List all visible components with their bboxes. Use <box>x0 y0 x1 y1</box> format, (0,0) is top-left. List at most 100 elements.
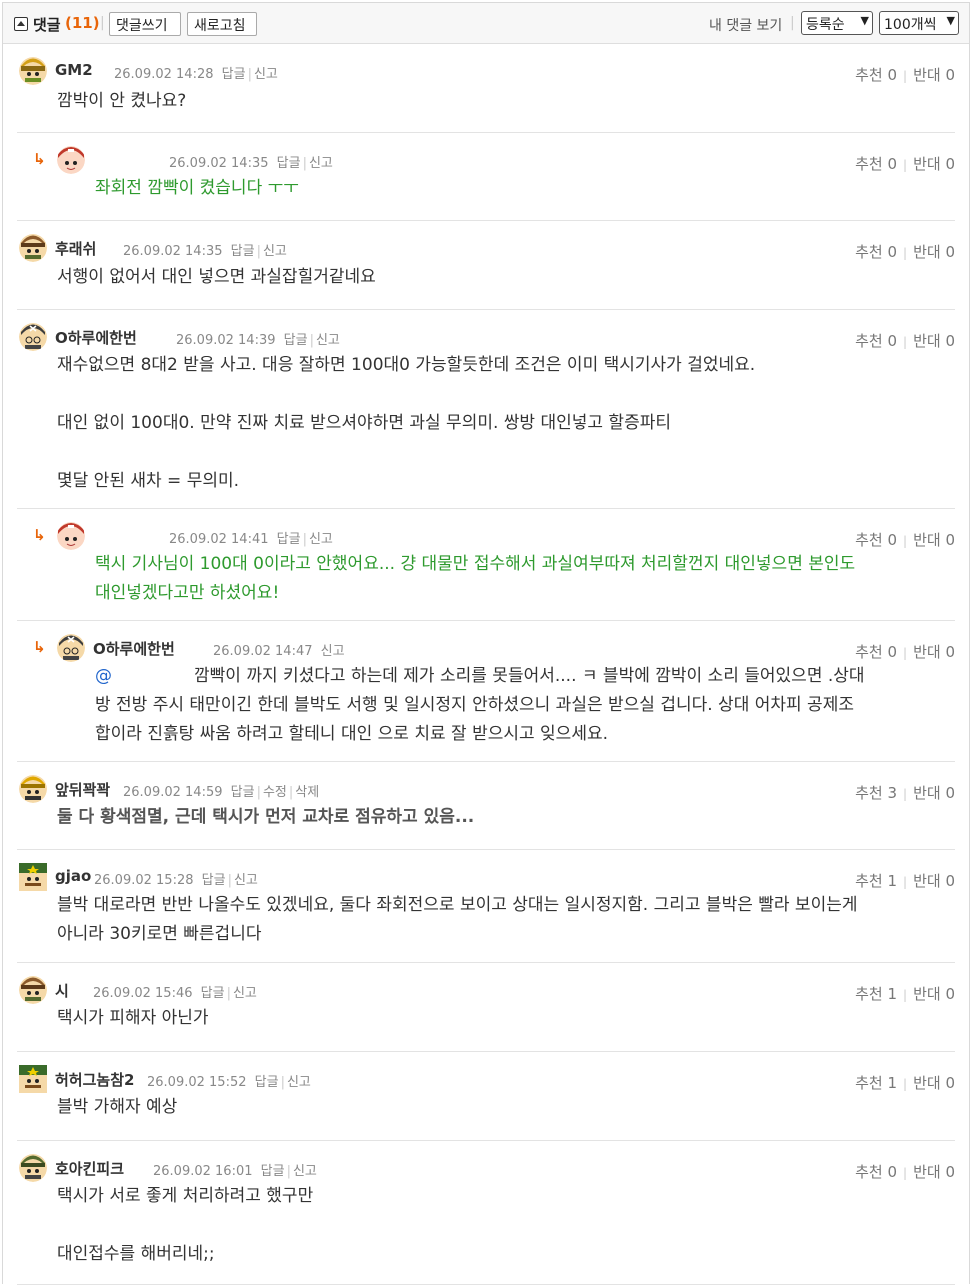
avatar-icon <box>19 1154 47 1182</box>
comment-date: 26.09.02 14:59 <box>123 785 223 800</box>
refresh-button[interactable]: 새로고침 <box>187 12 257 36</box>
upvote-count: 0 <box>887 243 898 261</box>
write-comment-button[interactable]: 댓글쓰기 <box>109 12 181 36</box>
report-link[interactable]: 신고 <box>316 333 340 348</box>
vote-box: 추천 1 | 반대 0 <box>855 1074 955 1092</box>
delete-link[interactable]: 삭제 <box>295 785 319 800</box>
comment-author[interactable]: O하루에한번 <box>93 638 175 659</box>
comment-meta: 26.09.02 14:35 답글 | 신고 <box>169 156 333 171</box>
upvote-button[interactable]: 추천 3 <box>855 784 897 802</box>
reply-link[interactable]: 답글 <box>284 333 308 348</box>
avatar-icon <box>19 234 47 262</box>
report-link[interactable]: 신고 <box>254 67 278 82</box>
vote-box: 추천 0 | 반대 0 <box>855 1163 955 1181</box>
reply-link[interactable]: 답글 <box>277 532 301 547</box>
upvote-button[interactable]: 추천 0 <box>855 531 897 549</box>
collapse-toggle-icon[interactable] <box>14 17 28 31</box>
comment-author[interactable]: O하루에한번 <box>55 327 137 348</box>
upvote-button[interactable]: 추천 0 <box>855 643 897 661</box>
mention-link[interactable]: @ <box>95 666 112 686</box>
comment-author[interactable]: 시 <box>55 980 69 1001</box>
comment-text: 택시가 피해자 아닌가 <box>57 1008 209 1028</box>
vote-box: 추천 0 | 반대 0 <box>855 643 955 661</box>
comment-meta: 26.09.02 14:28 답글 | 신고 <box>114 67 278 82</box>
divider: | <box>790 15 795 31</box>
report-link[interactable]: 신고 <box>309 532 333 547</box>
comment-author[interactable]: 허허그놈참2 <box>55 1069 134 1090</box>
downvote-count: 0 <box>945 243 955 261</box>
upvote-count: 0 <box>887 531 898 549</box>
upvote-button[interactable]: 추천 1 <box>855 872 897 890</box>
upvote-button[interactable]: 추천 1 <box>855 985 897 1003</box>
vote-box: 추천 1 | 반대 0 <box>855 872 955 890</box>
comment-author[interactable]: GM2 <box>55 61 93 79</box>
comment-line: 합이라 진흙탕 싸움 하려고 할테니 대인 으로 치료 잘 받으시고 잊으세요. <box>95 724 609 744</box>
vote-box: 추천 0 | 반대 0 <box>855 155 955 173</box>
comment-section: 댓글 (11) | 댓글쓰기 새로고침 내 댓글 보기 | 등록순 ▼ 100개… <box>2 2 970 1285</box>
reply-link[interactable]: 답글 <box>202 873 226 888</box>
downvote-count: 0 <box>945 643 955 661</box>
sort-order-select[interactable]: 등록순 ▼ <box>801 11 873 35</box>
reply-item: ↳ O하루에한번 26.09.02 14:47 신고 추천 0 | 반대 0 @ 깜빡… <box>17 622 955 762</box>
comment-line: 대인넣겠다고만 하셨어요! <box>95 583 280 603</box>
edit-link[interactable]: 수정 <box>263 785 287 800</box>
report-link[interactable]: 신고 <box>234 873 258 888</box>
comment-meta: 26.09.02 14:41 답글 | 신고 <box>169 532 333 547</box>
comment-text: 블박 가해자 예상 <box>57 1097 178 1117</box>
downvote-button[interactable]: 반대 0 <box>913 66 955 84</box>
comment-date: 26.09.02 14:39 <box>176 333 276 348</box>
comment-author[interactable]: 후래쉬 <box>55 238 96 259</box>
avatar-icon <box>19 1065 47 1093</box>
reply-link[interactable]: 답글 <box>201 986 225 1001</box>
downvote-button[interactable]: 반대 0 <box>913 1163 955 1181</box>
comment-text: @ 깜빡이 까지 키셨다고 하는데 제가 소리를 못들어서.... ㅋ 블박에 깜… <box>95 662 925 749</box>
upvote-button[interactable]: 추천 0 <box>855 243 897 261</box>
reply-link[interactable]: 답글 <box>261 1164 285 1179</box>
downvote-count: 0 <box>945 531 955 549</box>
my-comments-link[interactable]: 내 댓글 보기 <box>709 15 782 35</box>
downvote-button[interactable]: 반대 0 <box>913 155 955 173</box>
downvote-button[interactable]: 반대 0 <box>913 643 955 661</box>
report-link[interactable]: 신고 <box>263 244 287 259</box>
report-link[interactable]: 신고 <box>321 644 345 659</box>
downvote-button[interactable]: 반대 0 <box>913 332 955 350</box>
reply-link[interactable]: 답글 <box>255 1075 279 1090</box>
reply-link[interactable]: 답글 <box>231 244 255 259</box>
avatar-icon <box>19 863 47 891</box>
comment-author[interactable]: 앞뒤꽉꽉 <box>55 779 110 800</box>
upvote-button[interactable]: 추천 0 <box>855 66 897 84</box>
vote-box: 추천 0 | 반대 0 <box>855 332 955 350</box>
reply-link[interactable]: 답글 <box>231 785 255 800</box>
downvote-count: 0 <box>945 1163 955 1181</box>
upvote-button[interactable]: 추천 0 <box>855 332 897 350</box>
downvote-button[interactable]: 반대 0 <box>913 1074 955 1092</box>
upvote-button[interactable]: 추천 0 <box>855 1163 897 1181</box>
upvote-button[interactable]: 추천 0 <box>855 155 897 173</box>
report-link[interactable]: 신고 <box>233 986 257 1001</box>
report-link[interactable]: 신고 <box>293 1164 317 1179</box>
per-page-select[interactable]: 100개씩 ▼ <box>879 11 959 35</box>
chevron-down-icon: ▼ <box>860 14 869 27</box>
comment-author[interactable]: 호아킨피크 <box>55 1158 124 1179</box>
downvote-button[interactable]: 반대 0 <box>913 243 955 261</box>
reply-link[interactable]: 답글 <box>222 67 246 82</box>
comment-author[interactable]: gjao <box>55 867 91 885</box>
comment-item: gjao 26.09.02 15:28 답글 | 신고 추천 1 | 반대 0 블박 대… <box>17 851 955 963</box>
downvote-button[interactable]: 반대 0 <box>913 531 955 549</box>
upvote-count: 0 <box>887 66 898 84</box>
downvote-button[interactable]: 반대 0 <box>913 872 955 890</box>
comment-meta: 26.09.02 16:01 답글 | 신고 <box>153 1164 317 1179</box>
comment-item: 후래쉬 26.09.02 14:35 답글 | 신고 추천 0 | 반대 0 서행이 없… <box>17 222 955 310</box>
reply-link[interactable]: 답글 <box>277 156 301 171</box>
upvote-count: 1 <box>887 985 898 1003</box>
comment-item: 앞뒤꽉꽉 26.09.02 14:59 답글 | 수정 | 삭제 추천 3 | 반대 0 둘… <box>17 763 955 850</box>
report-link[interactable]: 신고 <box>309 156 333 171</box>
report-link[interactable]: 신고 <box>287 1075 311 1090</box>
upvote-button[interactable]: 추천 1 <box>855 1074 897 1092</box>
downvote-button[interactable]: 반대 0 <box>913 985 955 1003</box>
downvote-count: 0 <box>945 66 955 84</box>
avatar-icon <box>57 146 85 174</box>
comment-line: 택시 기사님이 100대 0이라고 안했어요... 걍 대물만 접수해서 과실여… <box>95 554 856 574</box>
downvote-button[interactable]: 반대 0 <box>913 784 955 802</box>
comment-date: 26.09.02 16:01 <box>153 1164 253 1179</box>
